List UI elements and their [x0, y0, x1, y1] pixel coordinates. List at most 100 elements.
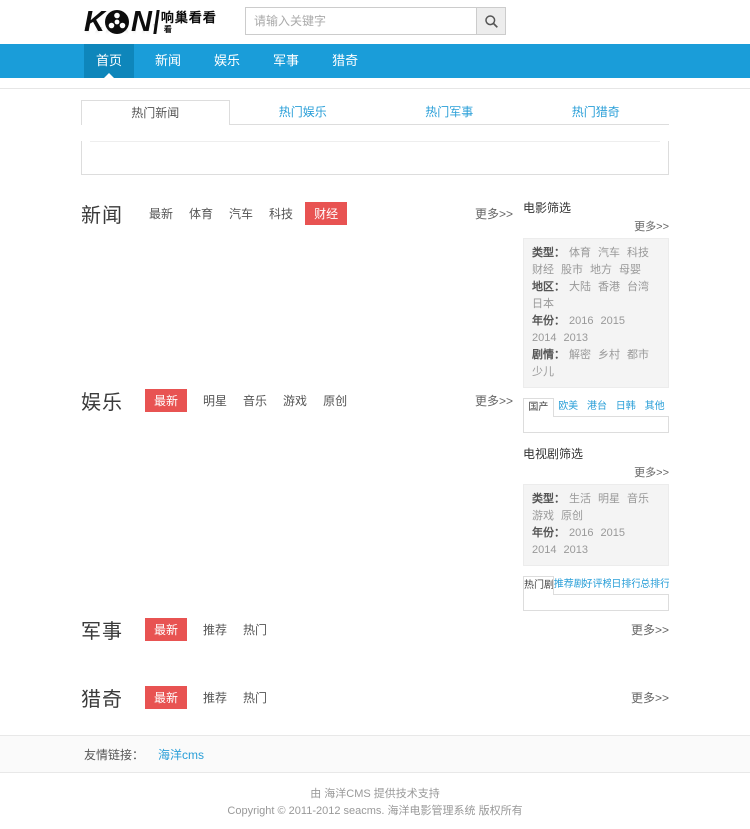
filter-row-label: 类型：: [532, 493, 565, 505]
tv-rank-tab[interactable]: 日排行: [611, 576, 641, 595]
filter-row: 年份： 2016 2015 2014 2013: [532, 313, 660, 347]
movie-region-tab[interactable]: 国产: [523, 398, 554, 417]
content-divider: [90, 141, 660, 142]
news-filter[interactable]: 汽车: [229, 205, 253, 222]
news-filter[interactable]: 财经: [305, 201, 348, 225]
filter-value[interactable]: 游戏: [532, 508, 554, 525]
entertainment-filter[interactable]: 音乐: [243, 392, 267, 409]
friend-links-bar: 友情链接： 海洋cms: [0, 735, 750, 773]
oddity-filter[interactable]: 最新: [145, 685, 188, 709]
tv-rank-tab[interactable]: 好评榜: [582, 576, 612, 595]
site-logo[interactable]: K N 响巢看看 看: [84, 5, 217, 38]
search-icon: [484, 14, 498, 28]
filter-value[interactable]: 汽车: [598, 245, 620, 262]
search-button[interactable]: [477, 7, 506, 35]
filter-value[interactable]: 音乐: [627, 491, 649, 508]
tv-rank-tab[interactable]: 推荐剧: [553, 576, 583, 595]
filter-value[interactable]: 台湾: [627, 279, 649, 296]
filter-value[interactable]: 财经: [532, 262, 554, 279]
filter-value[interactable]: 2013: [563, 330, 587, 347]
oddity-filter[interactable]: 推荐: [203, 689, 227, 706]
filter-value[interactable]: 母婴: [619, 262, 641, 279]
logo-sub-text: 看: [163, 24, 172, 34]
hot-tabs-box: 热门新闻 热门娱乐 热门军事 热门猎奇: [81, 100, 669, 175]
news-filter[interactable]: 最新: [149, 205, 173, 222]
nav-item[interactable]: 猎奇: [320, 44, 370, 78]
filter-value[interactable]: 生活: [569, 491, 591, 508]
movie-more-link[interactable]: 更多>>: [523, 218, 669, 234]
nav-item[interactable]: 军事: [261, 44, 311, 78]
footer: 由 海洋CMS 提供技术支持 Copyright © 2011-2012 sea…: [0, 773, 750, 829]
section-title-military: 军事: [81, 620, 123, 643]
filter-value[interactable]: 2014: [532, 542, 556, 559]
entertainment-filter[interactable]: 最新: [145, 388, 188, 412]
nav-item[interactable]: 首页: [84, 44, 135, 78]
filter-row: 地区： 大陆 香港 台湾日本: [532, 279, 660, 313]
filter-value[interactable]: 香港: [598, 279, 620, 296]
filter-value[interactable]: 2016: [569, 525, 593, 542]
filter-row: 类型： 生活 明星 音乐游戏 原创: [532, 491, 660, 525]
filter-value[interactable]: 2015: [600, 525, 624, 542]
tv-panel-title: 电视剧筛选: [523, 447, 584, 461]
tv-rank-tab[interactable]: 总排行: [640, 576, 669, 595]
friend-link[interactable]: 海洋cms: [158, 748, 204, 762]
movie-region-tab[interactable]: 港台: [582, 398, 612, 417]
tv-more-link[interactable]: 更多>>: [523, 464, 669, 480]
hot-tab[interactable]: 热门新闻: [81, 100, 230, 125]
filter-value[interactable]: 明星: [598, 491, 620, 508]
news-filter[interactable]: 科技: [269, 205, 293, 222]
oddity-more-link[interactable]: 更多>>: [631, 689, 669, 706]
filter-value[interactable]: 日本: [532, 296, 554, 313]
filter-value[interactable]: 地方: [590, 262, 612, 279]
filter-value[interactable]: 2015: [600, 313, 624, 330]
nav-item[interactable]: 新闻: [143, 44, 193, 78]
news-filter[interactable]: 体育: [189, 205, 213, 222]
movie-region-tab[interactable]: 日韩: [611, 398, 641, 417]
movie-tab-content: [523, 417, 669, 433]
news-more-link[interactable]: 更多>>: [475, 205, 513, 222]
section-oddity: 猎奇 最新 推荐 热门 更多>>: [81, 683, 669, 735]
search-input[interactable]: [245, 7, 477, 35]
filter-value[interactable]: 体育: [569, 245, 591, 262]
logo-letter-n: N: [130, 5, 152, 38]
hot-tab[interactable]: 热门猎奇: [522, 100, 669, 125]
tv-rank-tab[interactable]: 热门剧: [523, 576, 554, 595]
military-filter[interactable]: 推荐: [203, 621, 227, 638]
filter-value[interactable]: 2013: [563, 542, 587, 559]
filter-value[interactable]: 少儿: [532, 364, 554, 381]
movie-panel-title: 电影筛选: [523, 201, 572, 215]
filter-value[interactable]: 科技: [627, 245, 649, 262]
tv-filter-box: 类型： 生活 明星 音乐游戏 原创 年份： 2016 2015 2014 2013: [523, 484, 669, 566]
movie-region-tab[interactable]: 欧美: [553, 398, 583, 417]
filter-row: 年份： 2016 2015 2014 2013: [532, 525, 660, 559]
filter-row-label: 年份：: [532, 315, 565, 327]
hot-tab-content: [81, 141, 669, 175]
filter-value[interactable]: 都市: [627, 347, 649, 364]
filter-value[interactable]: 解密: [569, 347, 591, 364]
oddity-filter[interactable]: 热门: [243, 689, 267, 706]
filter-value[interactable]: 原创: [561, 508, 583, 525]
hot-tab[interactable]: 热门娱乐: [229, 100, 376, 125]
filter-value[interactable]: 大陆: [569, 279, 591, 296]
movie-region-tab[interactable]: 其他: [640, 398, 669, 417]
movie-filter-box: 类型： 体育 汽车 科技财经 股市 地方 母婴 地区： 大陆 香港 台湾日本 年份： 2016 201…: [523, 238, 669, 388]
filter-value[interactable]: 股市: [561, 262, 583, 279]
tv-tab-content: [523, 595, 669, 611]
entertainment-filter[interactable]: 游戏: [283, 392, 307, 409]
military-more-link[interactable]: 更多>>: [631, 621, 669, 638]
filter-value[interactable]: 2014: [532, 330, 556, 347]
entertainment-filter[interactable]: 明星: [203, 392, 227, 409]
nav-item[interactable]: 娱乐: [202, 44, 252, 78]
friend-links-label: 友情链接：: [84, 747, 145, 762]
filter-row-label: 剧情：: [532, 349, 565, 361]
section-title-entertainment: 娱乐: [81, 391, 123, 414]
section-title-oddity: 猎奇: [81, 688, 123, 711]
hot-tab[interactable]: 热门军事: [376, 100, 523, 125]
military-filter[interactable]: 最新: [145, 617, 188, 641]
filter-value[interactable]: 2016: [569, 313, 593, 330]
entertainment-more-link[interactable]: 更多>>: [475, 392, 513, 409]
film-reel-icon: [104, 10, 129, 34]
entertainment-filter[interactable]: 原创: [323, 392, 347, 409]
filter-value[interactable]: 乡村: [598, 347, 620, 364]
military-filter[interactable]: 热门: [243, 621, 267, 638]
